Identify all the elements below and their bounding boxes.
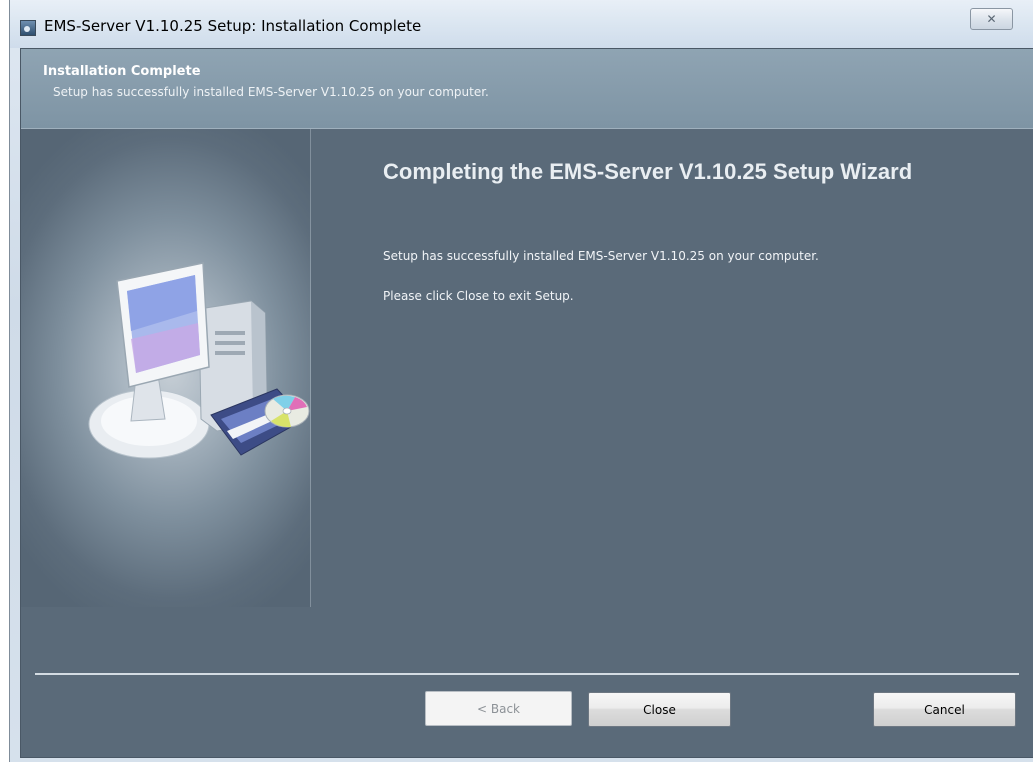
wizard-header: Installation Complete Setup has successf… <box>21 49 1033 129</box>
title-bar[interactable]: EMS-Server V1.10.25 Setup: Installation … <box>10 0 1033 48</box>
close-icon: ✕ <box>986 12 997 26</box>
computer-with-cd-icon <box>88 262 310 459</box>
close-button[interactable]: Close <box>588 692 731 727</box>
header-subtitle: Setup has successfully installed EMS-Ser… <box>53 85 489 99</box>
exit-instruction: Please click Close to exit Setup. <box>383 289 574 303</box>
wizard-side-panel <box>21 129 311 607</box>
wizard-title: Completing the EMS-Server V1.10.25 Setup… <box>383 159 913 184</box>
back-button[interactable]: < Back <box>425 691 572 726</box>
header-title: Installation Complete <box>43 64 201 79</box>
setup-window: EMS-Server V1.10.25 Setup: Installation … <box>9 0 1033 762</box>
window-close-button[interactable]: ✕ <box>970 8 1013 30</box>
window-title: EMS-Server V1.10.25 Setup: Installation … <box>44 17 422 35</box>
wizard-panel: Installation Complete Setup has successf… <box>20 48 1033 758</box>
success-message: Setup has successfully installed EMS-Ser… <box>383 249 819 263</box>
setup-app-icon <box>20 20 36 36</box>
button-separator <box>35 673 1019 675</box>
cancel-button[interactable]: Cancel <box>873 692 1016 727</box>
